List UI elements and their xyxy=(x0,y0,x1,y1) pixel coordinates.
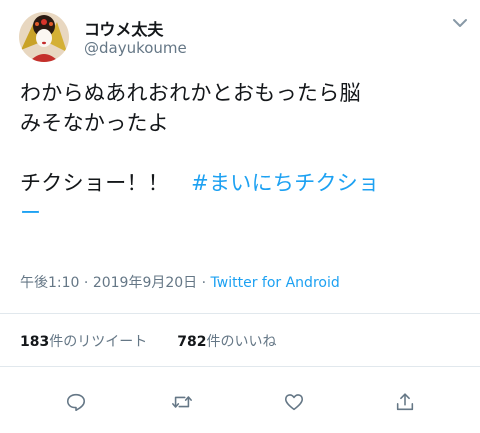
like-count: 782 xyxy=(177,334,207,350)
tweet-text-line xyxy=(20,138,470,168)
tweet-meta: 午後1:10 · 2019年9月20日 · Twitter for Androi… xyxy=(20,272,340,292)
tweet-text-line: みそなかったよ xyxy=(20,111,170,135)
like-icon[interactable] xyxy=(277,385,311,419)
chevron-down-icon[interactable] xyxy=(452,14,468,27)
tweet-time[interactable]: 午後1:10 xyxy=(20,275,79,291)
like-stat[interactable]: 782件のいいね xyxy=(177,334,276,350)
display-name[interactable]: コウメ太夫 xyxy=(84,16,163,40)
tweet-text-line: チクショー！！ #まいにちチクショ xyxy=(20,168,470,198)
tweet-stats: 183件のリツイート 782件のいいね xyxy=(20,331,276,351)
avatar[interactable] xyxy=(19,12,69,62)
meta-separator: · xyxy=(201,275,207,291)
hashtag-link[interactable]: #まいにちチクショ xyxy=(191,171,379,195)
divider xyxy=(0,366,480,367)
retweet-stat[interactable]: 183件のリツイート xyxy=(20,334,147,350)
tweet-card: コウメ太夫 @dayukoume わからぬあれおれかとおもったら脳 みそなかった… xyxy=(0,0,480,433)
reply-icon[interactable] xyxy=(59,385,93,419)
share-icon[interactable] xyxy=(388,385,422,419)
tweet-text-exclaim: チクショー！！ xyxy=(20,171,170,195)
tweet-text-line: ー xyxy=(20,198,470,228)
retweet-count: 183 xyxy=(20,334,50,350)
handle[interactable]: @dayukoume xyxy=(84,39,187,57)
like-label: 件のいいね xyxy=(206,334,277,350)
tweet-text: わからぬあれおれかとおもったら脳 みそなかったよ チクショー！！ #まいにちチクシ… xyxy=(20,78,470,228)
action-bar xyxy=(0,385,480,419)
meta-separator: · xyxy=(83,275,89,291)
tweet-text-line: わからぬあれおれかとおもったら脳 xyxy=(20,81,361,105)
tweet-date[interactable]: 2019年9月20日 xyxy=(93,275,197,291)
retweet-label: 件のリツイート xyxy=(49,334,148,350)
hashtag-link-continued[interactable]: ー xyxy=(20,201,41,225)
tweet-source[interactable]: Twitter for Android xyxy=(211,275,340,291)
divider xyxy=(0,313,480,314)
retweet-icon[interactable] xyxy=(165,385,199,419)
